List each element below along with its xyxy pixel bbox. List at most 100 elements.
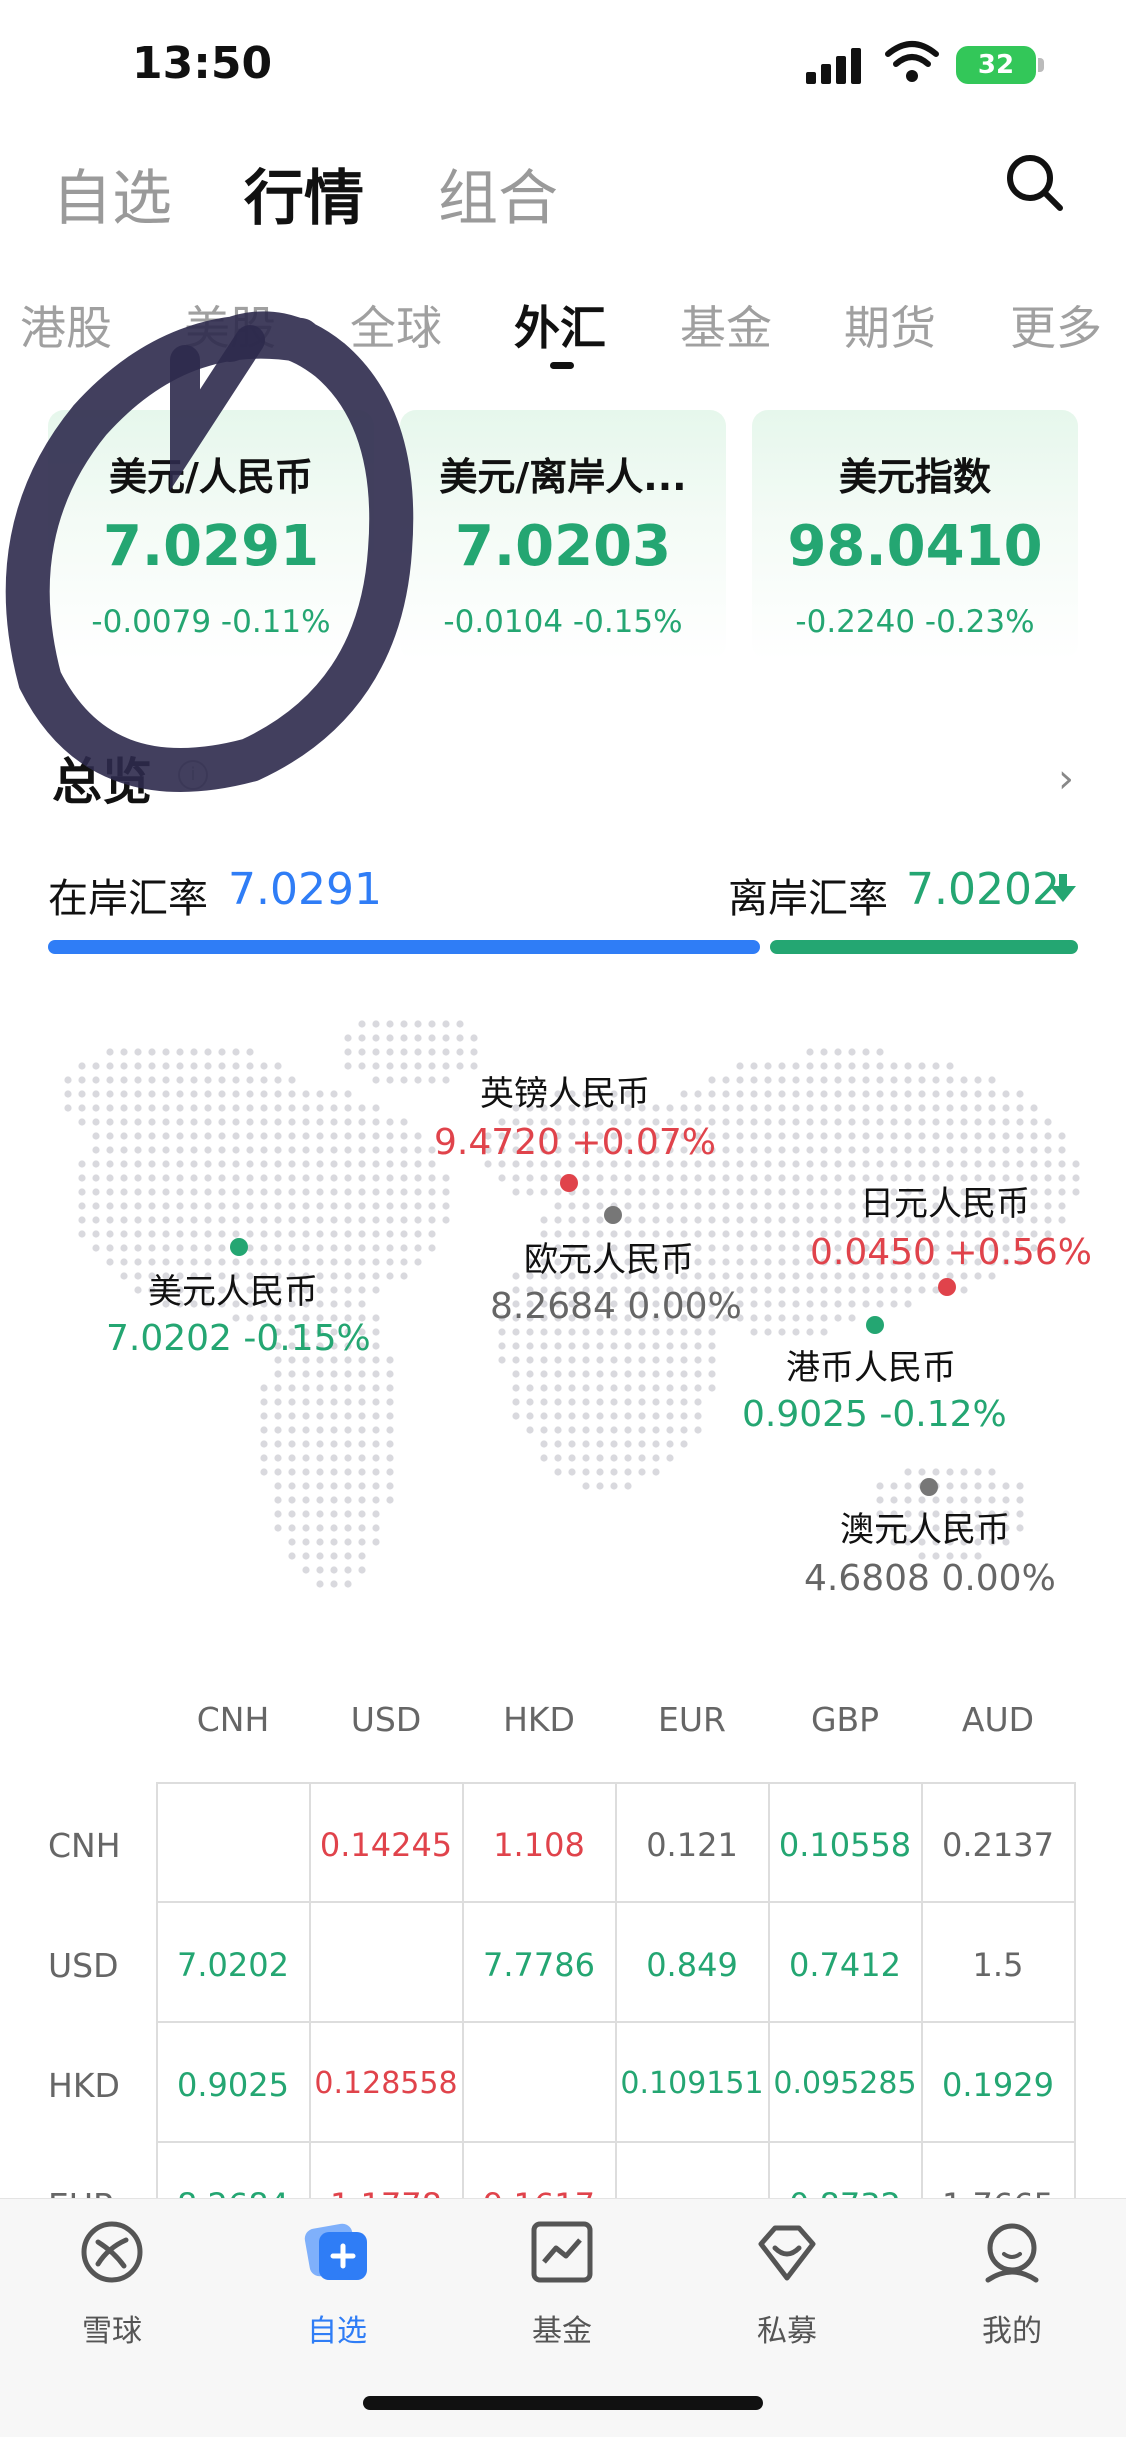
rate-cell[interactable]: 7.7786	[464, 1946, 614, 1984]
quote-card-usd-cny[interactable]: 美元/人民币 7.0291 -0.0079 -0.11%	[48, 410, 374, 660]
map-dot-pixel	[932, 1090, 940, 1098]
rate-cell[interactable]: 0.128558	[311, 2066, 461, 2101]
rate-cell[interactable]: 0.121	[617, 1826, 767, 1864]
nav-watchlist[interactable]: 自选	[267, 2218, 407, 2350]
rate-cell[interactable]: 0.7412	[770, 1946, 920, 1984]
map-dot-pixel	[680, 1328, 688, 1336]
map-dot-pixel	[666, 1202, 674, 1210]
rate-cell[interactable]: 0.14245	[311, 1826, 461, 1864]
map-dot-pixel	[680, 1202, 688, 1210]
map-dot-pixel	[344, 1510, 352, 1518]
rate-cell[interactable]: 7.0202	[158, 1946, 308, 1984]
rate-cell[interactable]: 0.849	[617, 1946, 767, 1984]
map-dot-pixel	[806, 1132, 814, 1140]
map-dot-pixel	[820, 1188, 828, 1196]
map-value-hkd-cny: 0.9025 -0.12%	[742, 1394, 1007, 1435]
map-dot-pixel	[960, 1286, 968, 1294]
map-dot-pixel	[134, 1090, 142, 1098]
subtab-global[interactable]: 全球	[350, 292, 442, 358]
subtab-hk-stocks[interactable]: 港股	[20, 292, 112, 358]
subtab-futures[interactable]: 期货	[844, 292, 936, 358]
subtab-more[interactable]: 更多	[1010, 292, 1102, 358]
nav-private-fund[interactable]: 私募	[717, 2218, 857, 2350]
map-dot-pixel	[274, 1146, 282, 1154]
map-dot-pixel	[428, 1202, 436, 1210]
map-dot-pixel	[750, 1258, 758, 1266]
map-dot-pixel	[946, 1118, 954, 1126]
map-dot-pixel	[162, 1062, 170, 1070]
subtab-us-stocks[interactable]: 美股	[184, 292, 276, 358]
map-dot-jpy[interactable]	[938, 1278, 956, 1296]
map-dot-pixel	[820, 1090, 828, 1098]
map-dot-pixel	[750, 1300, 758, 1308]
map-dot-pixel	[330, 1272, 338, 1280]
map-dot-pixel	[148, 1146, 156, 1154]
map-dot-pixel	[666, 1440, 674, 1448]
map-dot-pixel	[680, 1174, 688, 1182]
col-header: EUR	[658, 1700, 726, 1739]
tab-portfolio[interactable]: 组合	[438, 150, 558, 237]
map-dot-pixel	[792, 1174, 800, 1182]
rate-cell[interactable]: 0.9025	[158, 2066, 308, 2104]
subtab-funds[interactable]: 基金	[680, 292, 772, 358]
map-dot-pixel	[386, 1356, 394, 1364]
map-dot-pixel	[358, 1244, 366, 1252]
map-dot-pixel	[624, 1426, 632, 1434]
map-dot-pixel	[358, 1454, 366, 1462]
map-dot-pixel	[554, 1216, 562, 1224]
map-dot-pixel	[428, 1062, 436, 1070]
rate-cell[interactable]: 0.1929	[923, 2066, 1073, 2104]
map-dot-pixel	[344, 1202, 352, 1210]
map-dot-gbp[interactable]	[560, 1174, 578, 1192]
map-dot-pixel	[344, 1482, 352, 1490]
info-icon[interactable]: i	[178, 760, 208, 790]
map-dot-pixel	[288, 1160, 296, 1168]
map-dot-pixel	[288, 1496, 296, 1504]
map-dot-pixel	[792, 1132, 800, 1140]
map-dot-pixel	[400, 1230, 408, 1238]
map-dot-pixel	[834, 1118, 842, 1126]
map-dot-pixel	[764, 1286, 772, 1294]
map-dot-pixel	[316, 1384, 324, 1392]
map-dot-pixel	[610, 1412, 618, 1420]
map-label-jpy-cny: 日元人民币	[860, 1184, 1030, 1224]
map-dot-pixel	[344, 1188, 352, 1196]
chevron-right-icon[interactable]: ›	[1058, 756, 1074, 802]
map-dot-usd[interactable]	[230, 1238, 248, 1256]
map-dot-pixel	[78, 1118, 86, 1126]
tab-market[interactable]: 行情	[244, 150, 364, 237]
map-dot-pixel	[708, 1258, 716, 1266]
nav-profile[interactable]: 我的	[942, 2218, 1082, 2350]
rate-cell[interactable]: 0.10558	[770, 1826, 920, 1864]
map-dot-pixel	[288, 1482, 296, 1490]
map-dot-pixel	[190, 1048, 198, 1056]
map-dot-pixel	[792, 1076, 800, 1084]
map-dot-pixel	[1016, 1146, 1024, 1154]
map-dot-pixel	[400, 1132, 408, 1140]
quote-card-usd-cnh[interactable]: 美元/离岸人... 7.0203 -0.0104 -0.15%	[400, 410, 726, 660]
map-dot-pixel	[694, 1104, 702, 1112]
map-dot-hkd[interactable]	[866, 1316, 884, 1334]
map-dot-pixel	[862, 1300, 870, 1308]
tab-watchlist[interactable]: 自选	[52, 150, 172, 237]
subtab-forex[interactable]: 外汇	[514, 292, 606, 358]
search-icon[interactable]	[1004, 152, 1066, 214]
rate-cell[interactable]: 0.2137	[923, 1826, 1073, 1864]
map-dot-pixel	[386, 1174, 394, 1182]
map-dot-eur[interactable]	[604, 1206, 622, 1224]
map-dot-pixel	[904, 1272, 912, 1280]
rate-cell[interactable]: 0.095285	[770, 2066, 920, 2101]
rate-cell[interactable]: 1.5	[923, 1946, 1073, 1984]
map-dot-pixel	[932, 1146, 940, 1154]
map-dot-aud[interactable]	[920, 1478, 938, 1496]
nav-fund[interactable]: 基金	[492, 2218, 632, 2350]
nav-snowball[interactable]: 雪球	[42, 2218, 182, 2350]
map-dot-pixel	[624, 1440, 632, 1448]
rate-cell[interactable]: 1.108	[464, 1826, 614, 1864]
quote-card-dollar-index[interactable]: 美元指数 98.0410 -0.2240 -0.23%	[752, 410, 1078, 660]
rate-cell[interactable]: 0.109151	[617, 2066, 767, 2101]
map-dot-pixel	[274, 1104, 282, 1112]
col-header: HKD	[503, 1700, 575, 1739]
map-dot-pixel	[708, 1230, 716, 1238]
map-dot-pixel	[274, 1482, 282, 1490]
